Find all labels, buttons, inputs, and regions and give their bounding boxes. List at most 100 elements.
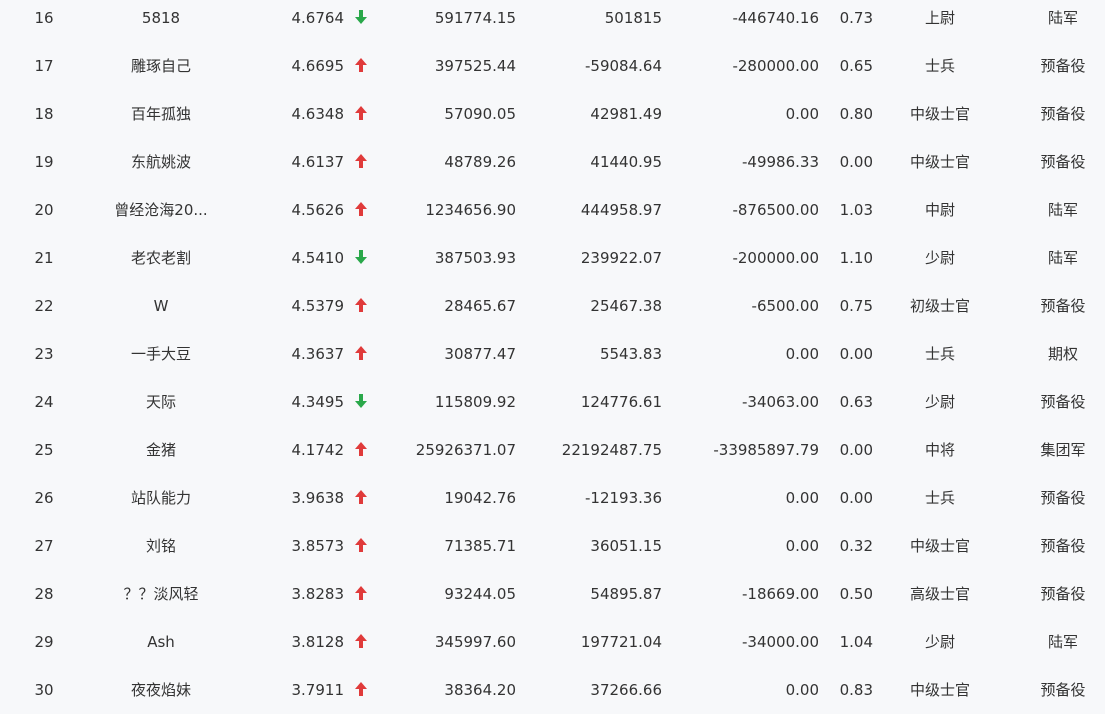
table-row[interactable]: 23 一手大豆 4.3637 30877.47 5543.83 0.00 0.00 士兵 期权 <box>0 330 1105 378</box>
arrow-up-icon <box>355 346 367 360</box>
value-b-cell: -59084.64 <box>585 57 662 75</box>
value-a-cell: 71385.71 <box>444 537 516 555</box>
score-cell: 3.8128 <box>291 633 345 651</box>
type-cell: 预备役 <box>1040 537 1086 555</box>
arrow-up-icon <box>355 298 367 312</box>
value-c-cell: -6500.00 <box>751 297 819 315</box>
value-a-cell: 38364.20 <box>444 681 516 699</box>
rank-cell: 20 <box>34 201 54 219</box>
table-row[interactable]: 17 雕琢自己 4.6695 397525.44 -59084.64 -280000.00… <box>0 42 1105 90</box>
score-cell: 4.3637 <box>291 345 345 363</box>
type-cell: 集团军 <box>1040 441 1086 459</box>
table-row[interactable]: 25 金猪 4.1742 25926371.07 22192487.75 -3398589… <box>0 426 1105 474</box>
table-row[interactable]: 20 曾经沧海20... 4.5626 1234656.90 444958.97 -876… <box>0 186 1105 234</box>
value-b-cell: 22192487.75 <box>561 441 662 459</box>
value-c-cell: 0.00 <box>785 537 819 555</box>
score-cell: 4.6137 <box>291 153 345 171</box>
rank-cell: 25 <box>34 441 54 459</box>
ratio-cell: 0.00 <box>839 345 873 363</box>
value-b-cell: 197721.04 <box>580 633 662 651</box>
type-cell: 陆军 <box>1047 249 1078 267</box>
value-c-cell: -33985897.79 <box>713 441 819 459</box>
arrow-up-icon <box>355 442 367 456</box>
value-c-cell: -280000.00 <box>732 57 819 75</box>
table-row[interactable]: 18 百年孤独 4.6348 57090.05 42981.49 0.00 0.80 中级士官… <box>0 90 1105 138</box>
rank-cell: 19 <box>34 153 54 171</box>
table-row[interactable]: 22 W 4.5379 28465.67 25467.38 -6500.00 0.75 初级士… <box>0 282 1105 330</box>
rank-cell: 16 <box>34 9 54 27</box>
nickname-cell: 东航姚波 <box>130 153 191 171</box>
value-b-cell: 124776.61 <box>580 393 662 411</box>
nickname-cell: 曾经沧海20... <box>114 201 208 219</box>
trend-cell <box>352 138 370 186</box>
table-row[interactable]: 19 东航姚波 4.6137 48789.26 41440.95 -49986.33 0.0… <box>0 138 1105 186</box>
trend-cell <box>352 42 370 90</box>
value-c-cell: 0.00 <box>785 489 819 507</box>
value-a-cell: 25926371.07 <box>415 441 516 459</box>
rank-cell: 21 <box>34 249 54 267</box>
ratio-cell: 0.50 <box>839 585 873 603</box>
value-c-cell: 0.00 <box>785 105 819 123</box>
rank-cell: 17 <box>34 57 54 75</box>
score-cell: 3.7911 <box>291 681 345 699</box>
ratio-cell: 0.80 <box>839 105 873 123</box>
value-b-cell: 5543.83 <box>599 345 662 363</box>
nickname-cell: Ash <box>147 633 175 651</box>
arrow-up-icon <box>355 682 367 696</box>
table-row[interactable]: 21 老农老割 4.5410 387503.93 239922.07 -200000.00… <box>0 234 1105 282</box>
value-c-cell: -49986.33 <box>742 153 819 171</box>
table-row[interactable]: 16 5818 4.6764 591774.15 501815 -446740.16 0.7… <box>0 0 1105 42</box>
table-row[interactable]: 26 站队能力 3.9638 19042.76 -12193.36 0.00 0.00 士兵 预… <box>0 474 1105 522</box>
type-cell: 陆军 <box>1047 633 1078 651</box>
rank-cell: 28 <box>34 585 54 603</box>
ranking-table-body: 16 5818 4.6764 591774.15 501815 -446740.16 0.7… <box>0 0 1105 714</box>
table-row[interactable]: 27 刘铭 3.8573 71385.71 36051.15 0.00 0.32 中级士官 预备… <box>0 522 1105 570</box>
rank-cell: 30 <box>34 681 54 699</box>
type-cell: 期权 <box>1047 345 1078 363</box>
type-cell: 预备役 <box>1040 393 1086 411</box>
arrow-up-icon <box>355 538 367 552</box>
value-c-cell: -18669.00 <box>742 585 819 603</box>
value-a-cell: 28465.67 <box>444 297 516 315</box>
rank-cell: 22 <box>34 297 54 315</box>
score-cell: 4.1742 <box>291 441 345 459</box>
table-row[interactable]: 28 ？？淡风轻 3.8283 93244.05 54895.87 -18669.00 0.… <box>0 570 1105 618</box>
score-cell: 4.6348 <box>291 105 345 123</box>
value-b-cell: 444958.97 <box>580 201 662 219</box>
rank-cell: 23 <box>34 345 54 363</box>
table-row[interactable]: 29 Ash 3.8128 345997.60 197721.04 -34000.00 1.… <box>0 618 1105 666</box>
trend-cell <box>352 234 370 282</box>
rank-cell: 29 <box>34 633 54 651</box>
type-cell: 预备役 <box>1040 585 1086 603</box>
value-a-cell: 397525.44 <box>434 57 516 75</box>
trend-cell <box>352 426 370 474</box>
value-a-cell: 1234656.90 <box>425 201 516 219</box>
nickname-cell: 站队能力 <box>130 489 191 507</box>
trend-cell <box>352 282 370 330</box>
ratio-cell: 0.63 <box>839 393 873 411</box>
trend-cell <box>352 666 370 714</box>
score-cell: 3.9638 <box>291 489 345 507</box>
value-a-cell: 345997.60 <box>434 633 516 651</box>
military-rank-cell: 初级士官 <box>909 297 970 315</box>
ratio-cell: 0.75 <box>839 297 873 315</box>
value-b-cell: -12193.36 <box>585 489 662 507</box>
military-rank-cell: 少尉 <box>924 249 955 267</box>
value-a-cell: 591774.15 <box>434 9 516 27</box>
rank-cell: 24 <box>34 393 54 411</box>
arrow-up-icon <box>355 586 367 600</box>
value-c-cell: 0.00 <box>785 345 819 363</box>
military-rank-cell: 士兵 <box>924 57 955 75</box>
nickname-cell: 天际 <box>145 393 176 411</box>
nickname-cell: 刘铭 <box>145 537 176 555</box>
military-rank-cell: 少尉 <box>924 633 955 651</box>
nickname-cell: ？？淡风轻 <box>123 585 199 603</box>
table-row[interactable]: 30 夜夜焰妹 3.7911 38364.20 37266.66 0.00 0.83 中级士官… <box>0 666 1105 714</box>
score-cell: 4.5410 <box>291 249 345 267</box>
value-b-cell: 42981.49 <box>590 105 662 123</box>
arrow-up-icon <box>355 202 367 216</box>
arrow-up-icon <box>355 106 367 120</box>
nickname-cell: 雕琢自己 <box>130 57 191 75</box>
ratio-cell: 0.32 <box>839 537 873 555</box>
table-row[interactable]: 24 天际 4.3495 115809.92 124776.61 -34063.00 0.6… <box>0 378 1105 426</box>
